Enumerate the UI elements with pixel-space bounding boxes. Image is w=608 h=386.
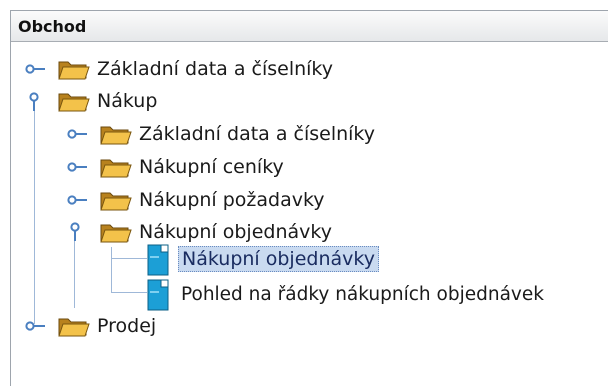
document-icon: [147, 244, 169, 276]
open-folder-icon: [100, 126, 132, 145]
collapsed-handle-icon[interactable]: [67, 161, 89, 173]
tree-node-nakup-zakladni-data[interactable]: Základní data a číselníky: [11, 119, 571, 149]
open-folder-icon: [58, 318, 90, 337]
open-folder-icon: [58, 93, 90, 112]
tree-leaf-nakupni-objednavky[interactable]: Nákupní objednávky: [11, 243, 608, 277]
tree-node-nakupni-ceniky[interactable]: Nákupní ceníky: [11, 152, 571, 182]
tree-node-label-selected: Nákupní objednávky: [178, 246, 379, 272]
collapsed-handle-icon[interactable]: [67, 194, 89, 206]
collapsed-handle-icon[interactable]: [67, 128, 89, 140]
expanded-handle-icon[interactable]: [68, 222, 82, 242]
tree-node-nakupni-pozadavky[interactable]: Nákupní požadavky: [11, 185, 571, 215]
tree-node-label: Nákupní ceníky: [139, 156, 284, 178]
tree-panel: Obchod Základní data a číselníky Nákup Z…: [10, 10, 608, 386]
navigation-tree: Základní data a číselníky Nákup Základní…: [11, 11, 608, 386]
tree-node-label: Nákup: [97, 90, 158, 112]
open-folder-icon: [100, 192, 132, 211]
expanded-handle-icon[interactable]: [27, 92, 41, 112]
tree-node-label: Nákupní požadavky: [139, 189, 325, 211]
tree-node-nakup[interactable]: Nákup: [11, 87, 571, 117]
open-folder-icon: [100, 224, 132, 243]
tree-node-label: Prodej: [97, 315, 157, 337]
tree-node-label: Základní data a číselníky: [139, 123, 376, 145]
tree-node-prodej[interactable]: Prodej: [11, 312, 571, 342]
tree-node-label: Nákupní objednávky: [139, 221, 332, 243]
tree-node-label: Základní data a číselníky: [97, 58, 334, 80]
open-folder-icon: [100, 159, 132, 178]
document-icon: [147, 279, 169, 311]
collapsed-handle-icon[interactable]: [25, 63, 47, 75]
open-folder-icon: [58, 61, 90, 80]
collapsed-handle-icon[interactable]: [25, 320, 47, 332]
tree-leaf-pohled-na-radky[interactable]: Pohled na řádky nákupních objednávek: [11, 278, 608, 312]
tree-node-zakladni-data[interactable]: Základní data a číselníky: [11, 55, 571, 85]
tree-node-label: Pohled na řádky nákupních objednávek: [181, 284, 544, 305]
